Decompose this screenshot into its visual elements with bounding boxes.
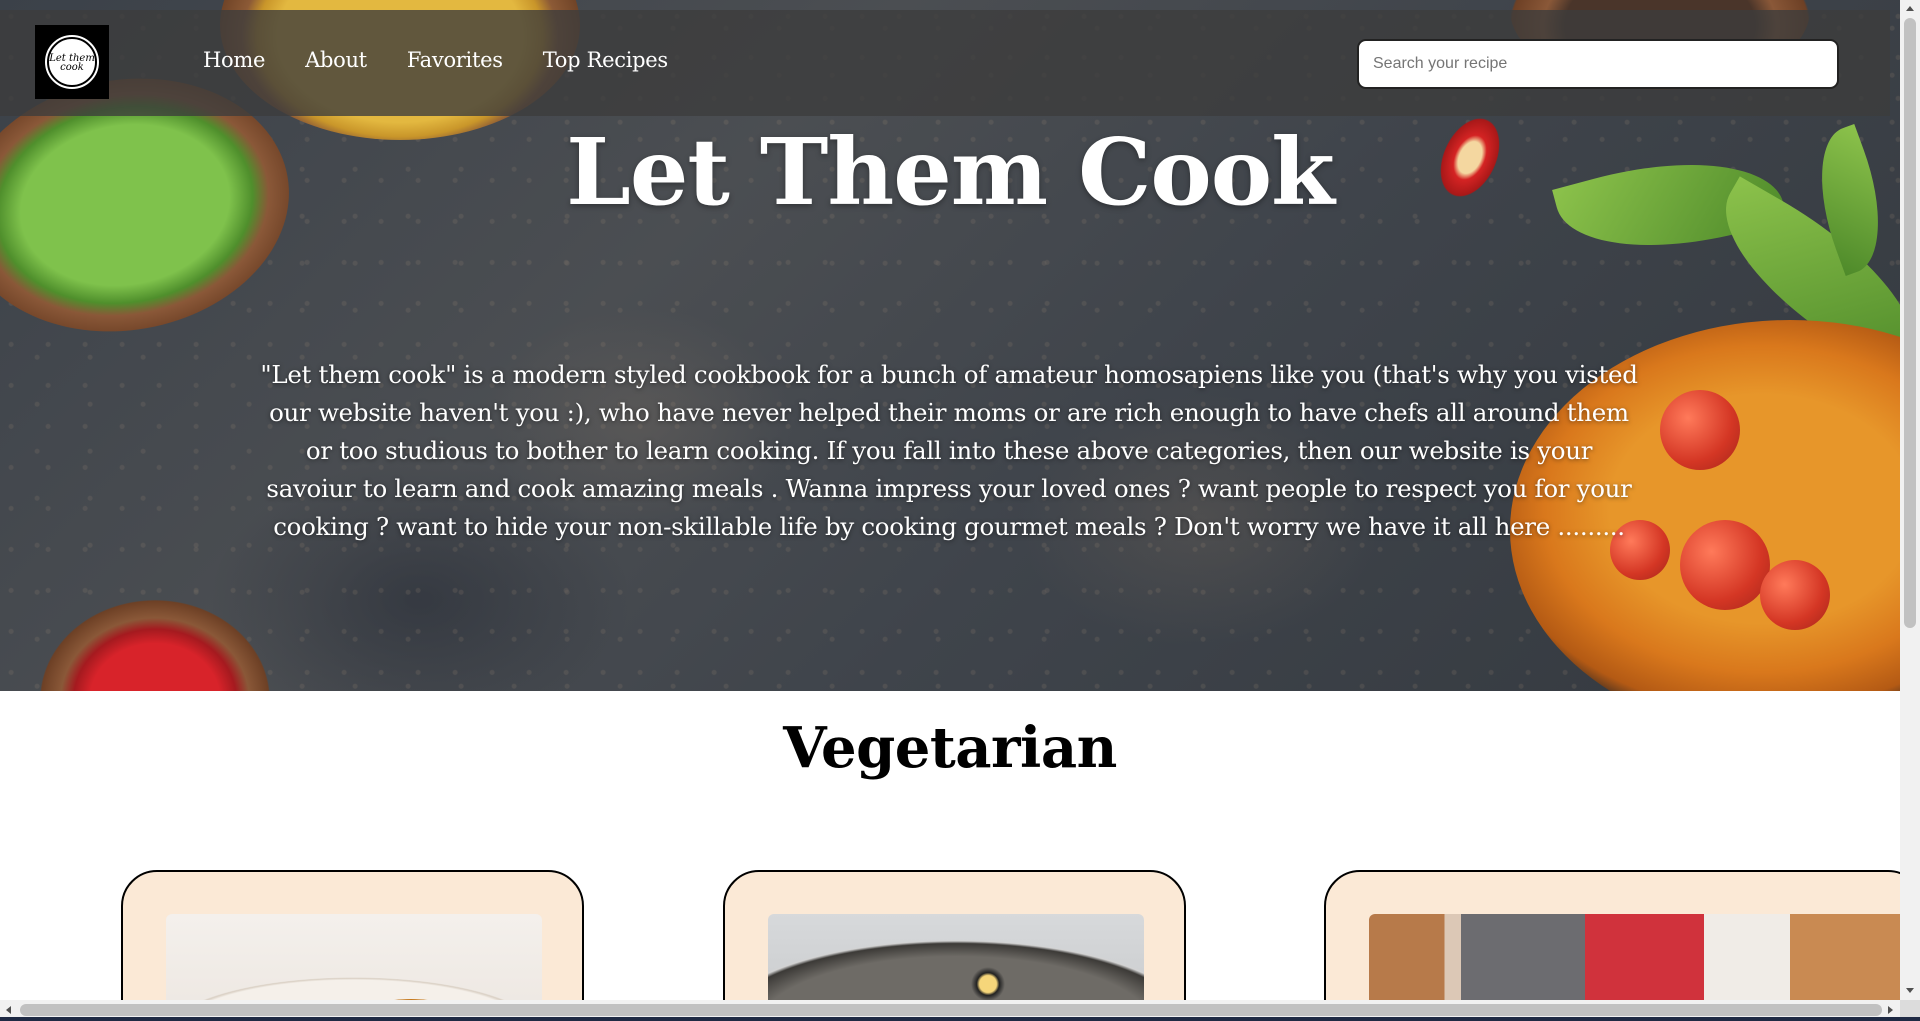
hero-description: "Let them cook" is a modern styled cookb… — [260, 360, 1638, 541]
taskbar-edge — [0, 1017, 1920, 1021]
nav-link-about[interactable]: About — [305, 48, 367, 72]
recipe-card[interactable] — [1324, 870, 1900, 1000]
page-viewport: Let them cook Home About Favorites Top R… — [0, 0, 1900, 1000]
tomato-image — [1680, 520, 1770, 610]
navbar: Let them cook Home About Favorites Top R… — [0, 10, 1890, 116]
recipe-card-image — [1369, 914, 1900, 1000]
logo-badge: Let them cook — [45, 35, 99, 89]
section-title-vegetarian: Vegetarian — [783, 715, 1117, 781]
nav-link-home[interactable]: Home — [203, 48, 265, 72]
hero-title: Let Them Cook — [566, 118, 1335, 226]
nav-links: Home About Favorites Top Recipes — [203, 48, 668, 72]
horizontal-scrollbar-thumb[interactable] — [20, 1004, 1882, 1016]
logo[interactable]: Let them cook — [35, 25, 109, 99]
tomato-image — [1760, 560, 1830, 630]
search-input[interactable] — [1357, 39, 1839, 89]
scroll-right-icon[interactable] — [1888, 1006, 1893, 1014]
nav-link-top-recipes[interactable]: Top Recipes — [543, 48, 669, 72]
hero-banner: Let them cook Home About Favorites Top R… — [0, 0, 1900, 691]
recipe-card[interactable] — [723, 870, 1186, 1000]
scroll-left-icon[interactable] — [6, 1006, 11, 1014]
scroll-down-icon[interactable] — [1906, 988, 1914, 993]
nav-link-favorites[interactable]: Favorites — [407, 48, 503, 72]
vertical-scrollbar-thumb[interactable] — [1904, 18, 1916, 628]
tomato-image — [1660, 390, 1740, 470]
vertical-scrollbar[interactable] — [1900, 0, 1920, 1000]
recipe-card[interactable] — [121, 870, 584, 1000]
recipe-card-image — [166, 914, 542, 1000]
recipe-card-image — [768, 914, 1144, 1000]
scroll-up-icon[interactable] — [1906, 6, 1914, 11]
